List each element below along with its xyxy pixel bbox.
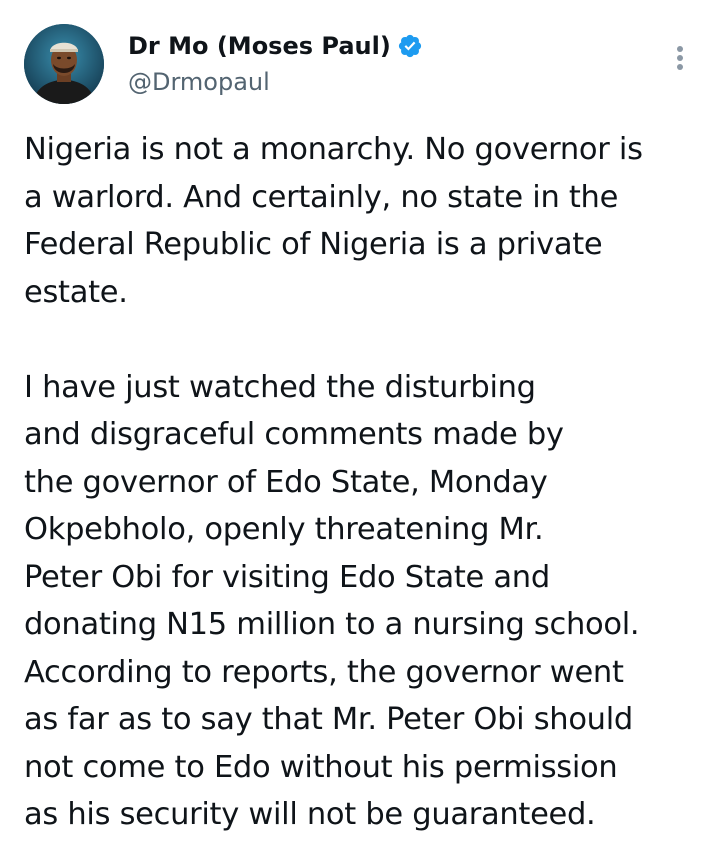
tweet-line: not come to Edo without his permission: [24, 749, 618, 785]
tweet-line: Peter Obi for visiting Edo State and: [24, 559, 550, 595]
tweet-paragraph: I have just watched the disturbing and d…: [24, 364, 704, 839]
tweet-line: donating N15 million to a nursing school…: [24, 607, 640, 642]
tweet-line: the governor of Edo State, Monday: [24, 464, 548, 500]
tweet-line: and disgraceful comments made by: [24, 417, 564, 452]
more-vertical-icon: [677, 64, 683, 70]
verified-badge-icon: [398, 34, 421, 58]
more-vertical-icon: [677, 55, 683, 61]
tweet-line: Nigeria is not a monarchy. No governor i…: [24, 132, 643, 167]
author-display-name[interactable]: Dr Mo (Moses Paul): [128, 32, 391, 60]
tweet-line: estate.: [24, 274, 128, 310]
tweet-line: as far as to say that Mr. Peter Obi shou…: [24, 702, 633, 737]
tweet-paragraph: Nigeria is not a monarchy. No governor i…: [24, 126, 704, 316]
more-vertical-icon: [677, 46, 683, 52]
tweet-line: as his security will not be guaranteed.: [24, 797, 596, 832]
author-name-row: Dr Mo (Moses Paul): [128, 28, 423, 64]
tweet-line: According to reports, the governor went: [24, 654, 624, 690]
more-options-button[interactable]: [664, 40, 696, 76]
tweet-line: a warlord. And certainly, no state in th…: [24, 179, 619, 215]
profile-photo-icon: [24, 24, 104, 104]
tweet-card: Dr Mo (Moses Paul) @Drmopaul Nigeria is …: [0, 0, 720, 860]
tweet-line: I have just watched the disturbing: [24, 369, 536, 405]
tweet-text: Nigeria is not a monarchy. No governor i…: [24, 126, 704, 839]
author-handle[interactable]: @Drmopaul: [128, 68, 270, 96]
tweet-line: Federal Republic of Nigeria is a private: [24, 227, 603, 262]
avatar[interactable]: [24, 24, 104, 104]
tweet-line: Okpebholo, openly threatening Mr.: [24, 512, 544, 547]
